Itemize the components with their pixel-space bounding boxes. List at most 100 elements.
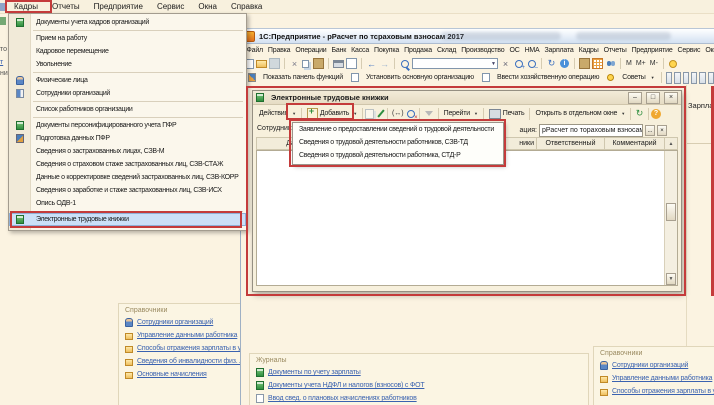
goto-button[interactable]: Перейти xyxy=(441,109,481,118)
menu-item[interactable]: Сведения о застрахованных лицах, СЗВ-М xyxy=(9,145,246,158)
scroll-up-icon[interactable]: ▲ xyxy=(665,137,678,150)
menubar-item[interactable]: Банк xyxy=(329,45,349,57)
menubar-item[interactable]: Кадры xyxy=(7,1,45,13)
menubar-item[interactable]: Покупка xyxy=(372,45,402,57)
link-item[interactable]: Ввод свед. о плановых начислениях работн… xyxy=(250,392,588,405)
save-icon[interactable] xyxy=(269,58,280,69)
journal-tool-icon[interactable] xyxy=(699,72,705,84)
print-icon[interactable] xyxy=(333,60,344,68)
menu-item[interactable]: Сведения о заработке и стаже застрахован… xyxy=(9,184,246,197)
info-icon[interactable] xyxy=(559,58,570,69)
link-item[interactable]: Документы учета НДФЛ и налогов (взносов)… xyxy=(250,379,588,392)
salary-section-label[interactable]: Зарплата xyxy=(688,101,714,110)
organization-more-button[interactable]: ... xyxy=(645,125,655,136)
memory-button[interactable]: M+ xyxy=(636,60,646,67)
add-menu-item[interactable]: Сведения о трудовой деятельности работни… xyxy=(293,149,503,162)
menubar-item[interactable]: Отчеты xyxy=(601,45,629,57)
menu-item[interactable]: Документы учета кадров организаций xyxy=(9,16,246,29)
open-in-window-button[interactable]: Открыть в отдельном окне xyxy=(532,109,628,118)
back-icon[interactable] xyxy=(366,58,377,69)
menu-item[interactable]: Кадровое перемещение xyxy=(9,45,246,58)
add-button[interactable]: Добавить xyxy=(304,107,360,120)
dialog-title-bar[interactable]: Электронные трудовые книжки xyxy=(253,91,681,105)
menubar-item[interactable]: Отчеты xyxy=(45,1,87,13)
menubar-item[interactable]: Кадры xyxy=(576,45,601,57)
menubar-item[interactable]: ОС xyxy=(507,45,522,57)
zoom-out-icon[interactable] xyxy=(526,58,537,69)
link-item[interactable]: Сотрудники организаций xyxy=(119,316,241,329)
scroll-down-icon[interactable]: ▼ xyxy=(666,273,676,285)
memory-button[interactable]: M xyxy=(626,60,632,67)
function-button[interactable]: Советы xyxy=(603,71,658,84)
open-icon[interactable] xyxy=(256,60,267,68)
link-item[interactable]: Способы отражения зарплаты в учете xyxy=(119,342,241,355)
menubar-item[interactable]: Правка xyxy=(265,45,292,57)
combo-icon[interactable] xyxy=(412,58,498,69)
menu-item[interactable]: Документы персонифицированного учета ПФР xyxy=(9,119,246,132)
menu-item[interactable]: Список работников организации xyxy=(9,103,246,116)
edit-pencil-icon[interactable] xyxy=(377,109,384,117)
add-menu-item[interactable]: Сведения о трудовой деятельности работни… xyxy=(293,136,503,149)
clipboard-icon[interactable] xyxy=(579,58,590,69)
menu-item[interactable]: Увольнение xyxy=(9,58,246,71)
refresh-icon[interactable] xyxy=(546,58,557,69)
document-list[interactable]: ▼ xyxy=(256,150,678,286)
cut-icon[interactable] xyxy=(289,58,300,69)
link-item[interactable]: Основные начисления xyxy=(119,368,241,381)
menubar-item[interactable]: Окна xyxy=(703,45,714,57)
menu-item[interactable]: Сотрудники организаций xyxy=(9,87,246,100)
filter-funnel-icon[interactable] xyxy=(425,111,433,116)
menu-item[interactable]: Электронные трудовые книжки xyxy=(9,213,246,226)
menubar-item[interactable]: Файл xyxy=(244,45,265,57)
tips-icon[interactable] xyxy=(668,58,679,69)
link-item[interactable]: Управление данными работника xyxy=(119,329,241,342)
maximize-icon[interactable] xyxy=(646,92,660,104)
menu-item[interactable]: Данные о корректировке сведений застрахо… xyxy=(9,171,246,184)
close-icon[interactable] xyxy=(664,92,678,104)
main-title-bar[interactable]: 1С:Предприятие - pРасчет по тсраховым вз… xyxy=(241,29,714,44)
link-item[interactable]: Управление данными работника xyxy=(594,372,714,385)
menubar-item[interactable]: Справка xyxy=(224,1,269,13)
forward-icon[interactable] xyxy=(379,58,390,69)
menu-item[interactable]: Опись ОДВ-1 xyxy=(9,197,246,210)
menubar-item[interactable]: Сервис xyxy=(675,45,703,57)
menu-item[interactable]: Сведения о страховом стаже застрахованны… xyxy=(9,158,246,171)
menubar-item[interactable]: Операции xyxy=(293,45,329,57)
grid-icon[interactable] xyxy=(592,58,603,69)
print-button[interactable]: Печать xyxy=(486,108,528,120)
search-clear-icon[interactable] xyxy=(406,108,417,119)
journal-tool-icon[interactable] xyxy=(708,72,714,84)
link-item[interactable]: Сотрудники организаций xyxy=(594,359,714,372)
column-comment[interactable]: Комментарий xyxy=(605,137,665,150)
memory-button[interactable]: M- xyxy=(650,60,658,67)
menu-item[interactable]: Прием на работу xyxy=(9,32,246,45)
menu-item[interactable]: Физические лица xyxy=(9,74,246,87)
link-item[interactable]: Способы отражения зарплаты в учете xyxy=(594,385,714,398)
organization-field[interactable]: pРасчет по тораховым взносам 201 xyxy=(539,124,643,137)
help-icon[interactable]: ? xyxy=(651,109,661,119)
menubar-item[interactable]: Производство xyxy=(459,45,507,57)
function-button[interactable]: Установить основную организацию xyxy=(347,71,478,84)
menubar-item[interactable]: Сервис xyxy=(150,1,191,13)
preview-icon[interactable] xyxy=(346,58,357,69)
scrollbar[interactable]: ▼ xyxy=(664,151,677,285)
menubar-item[interactable]: Касса xyxy=(349,45,372,57)
add-menu-item[interactable]: Заявление о предоставлении сведений о тр… xyxy=(293,123,503,136)
journal-tool-icon[interactable] xyxy=(691,72,697,84)
menu-item[interactable]: Подготовка данных ПФР xyxy=(9,132,246,145)
function-button[interactable]: Показать панель функций xyxy=(244,71,347,84)
function-button[interactable]: Ввести хозяйственную операцию xyxy=(478,71,603,84)
menubar-item[interactable]: Предприятие xyxy=(629,45,675,57)
link-item[interactable]: Документы по учету зарплаты xyxy=(250,366,588,379)
journal-tool-icon[interactable] xyxy=(683,72,689,84)
users-icon[interactable] xyxy=(605,58,616,69)
refresh-icon[interactable] xyxy=(634,108,645,119)
copy-icon[interactable] xyxy=(365,109,374,119)
journal-tool-icon[interactable] xyxy=(674,72,680,84)
period-icon[interactable]: (↔) xyxy=(392,110,404,117)
journal-tool-icon[interactable] xyxy=(666,72,672,84)
menubar-item[interactable]: Склад xyxy=(434,45,458,57)
copy-icon[interactable] xyxy=(302,60,309,68)
organization-clear-button[interactable]: × xyxy=(657,125,667,136)
actions-button[interactable]: Действия xyxy=(256,109,299,118)
